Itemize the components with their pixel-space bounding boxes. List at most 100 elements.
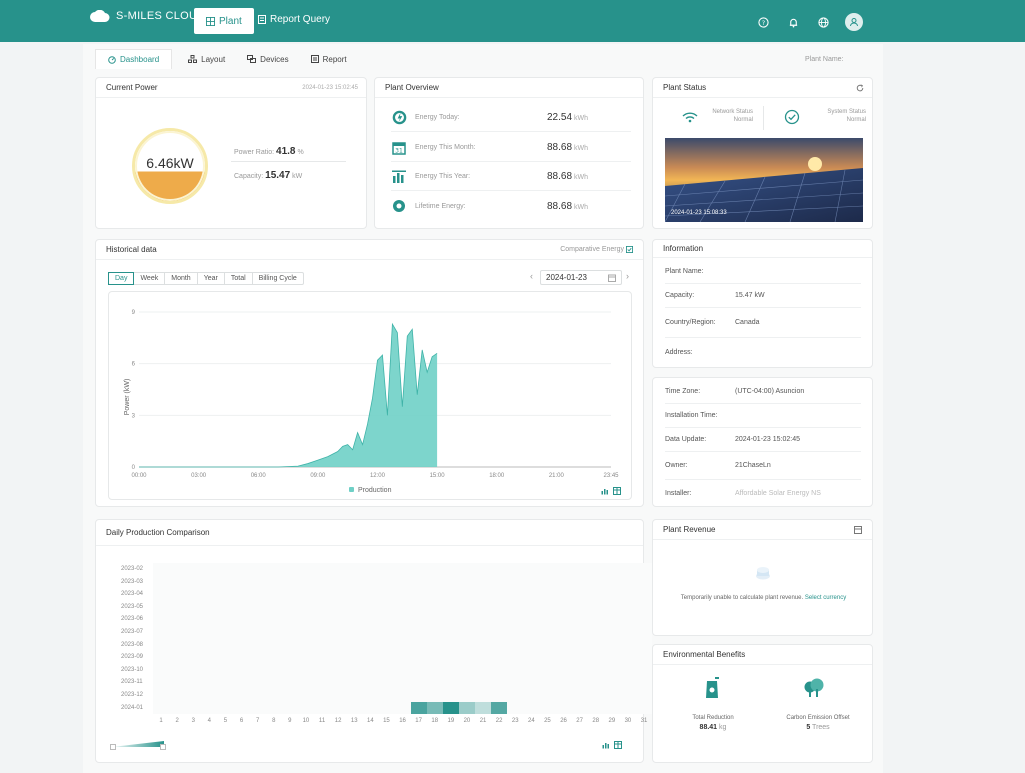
info-key: Data Update: <box>665 436 707 443</box>
info-value: Canada <box>735 319 760 326</box>
period-billing-cycle[interactable]: Billing Cycle <box>253 273 303 284</box>
heatmap-month-label: 2023-02 <box>121 566 144 572</box>
checkbox-icon <box>626 246 633 253</box>
info-row-installer: Installer: Affordable Solar Energy NS <box>665 480 861 506</box>
refresh-icon[interactable] <box>856 83 864 92</box>
bar-chart-toggle-icon[interactable] <box>602 741 610 749</box>
empty-state-icon <box>756 567 770 580</box>
production-chart: 0 3 6 9 00:00 03:00 06:00 09:00 12:00 15:00 18:00 2… <box>124 310 619 494</box>
heatmap-month-label: 2023-08 <box>121 641 144 648</box>
date-picker[interactable]: 2024-01-23 <box>540 270 622 285</box>
heatmap-month-label: 2023-10 <box>121 666 144 673</box>
cloud-icon <box>90 10 110 22</box>
bell-icon[interactable] <box>785 14 801 30</box>
comparative-energy-toggle[interactable]: Comparative Energy <box>560 246 633 253</box>
historical-data-title: Historical data <box>106 245 157 254</box>
system-status-label: System Status <box>827 109 866 115</box>
select-currency-link[interactable]: Select currency <box>805 595 846 601</box>
heatmap-day-label: 6 <box>239 718 244 725</box>
capacity: Capacity: 15.47 kW <box>234 170 302 181</box>
document-icon <box>258 15 266 24</box>
bar-chart-toggle-icon[interactable] <box>601 487 609 495</box>
svg-text:?: ? <box>761 18 764 26</box>
heatmap-day-label: 28 <box>592 718 600 725</box>
current-power-timestamp: 2024-01-23 15:02:45 <box>302 84 358 91</box>
heatmap-cell[interactable] <box>426 701 443 715</box>
heatmap-month-label: 2023-04 <box>121 591 144 598</box>
heatmap-day-label: 2 <box>175 718 179 725</box>
brand-logo[interactable]: S-MILES CLOUD <box>90 10 205 22</box>
heatmap-day-label: 29 <box>608 718 616 725</box>
heatmap-day-label: 3 <box>191 718 195 725</box>
factory-icon <box>706 677 719 698</box>
heatmap-day-label: 4 <box>207 718 212 725</box>
legend-swatch <box>349 487 354 492</box>
heatmap-cell[interactable] <box>442 701 459 715</box>
period-total[interactable]: Total <box>225 273 253 284</box>
network-status-value: Normal <box>733 117 753 123</box>
revenue-settings-icon[interactable] <box>854 525 862 534</box>
info-key: Capacity: <box>665 292 695 299</box>
globe-icon[interactable] <box>815 14 831 30</box>
user-avatar[interactable] <box>845 13 863 31</box>
info-row-plant-name: Plant Name: <box>665 260 861 284</box>
tree-icon <box>804 678 824 697</box>
power-ratio: Power Ratio: 41.8 % <box>234 146 304 157</box>
nav-plant[interactable]: Plant <box>194 8 254 34</box>
tab-report-label: Report <box>322 54 347 64</box>
brand-name: S-MILES CLOUD <box>116 10 206 22</box>
current-power-value: 6.46kW <box>146 155 194 171</box>
period-selector: Day Week Month Year Total Billing Cycle <box>108 272 304 285</box>
slider-handle-max[interactable] <box>160 744 166 750</box>
info-value: 21ChaseLn <box>735 462 771 469</box>
capacity-value: 15.47 <box>265 170 291 181</box>
x-tick-label: 12:00 <box>370 473 386 479</box>
heatmap-cell[interactable] <box>458 701 475 715</box>
info-value: Affordable Solar Energy NS <box>735 489 821 497</box>
heatmap-day-label: 22 <box>495 718 503 725</box>
info-row-owner: Owner: 21ChaseLn <box>665 452 861 480</box>
slider-handle-min[interactable] <box>110 744 116 750</box>
overview-row-energy-month: 31 Energy This Month: 88.68 kWh <box>391 134 631 162</box>
heatmap-month-label: 2023-07 <box>121 629 144 635</box>
prev-date-button[interactable]: ‹ <box>530 271 533 281</box>
period-day[interactable]: Day <box>108 272 135 285</box>
user-icon <box>850 18 858 27</box>
info-key: Time Zone: <box>665 388 701 395</box>
nav-report-query[interactable]: Report Query <box>258 14 330 25</box>
heatmap-day-label: 18 <box>431 718 439 725</box>
x-tick-label: 06:00 <box>251 473 267 479</box>
tab-devices[interactable]: Devices <box>247 55 289 64</box>
next-date-button[interactable]: › <box>626 271 629 281</box>
capacity-unit: kW <box>292 173 303 180</box>
tab-report[interactable]: Report <box>310 54 347 64</box>
table-view-icon[interactable] <box>613 487 621 495</box>
total-reduction-number: 88.41 <box>699 724 718 731</box>
information-details-card: Time Zone: (UTC-04:00) Asuncion Installat… <box>652 377 873 507</box>
heatmap-cell[interactable] <box>491 701 508 715</box>
chart-series <box>139 322 438 468</box>
info-value: (UTC-04:00) Asuncion <box>735 388 805 395</box>
tab-dashboard[interactable]: Dashboard <box>95 49 173 69</box>
sub-tabs: Dashboard Layout Devices Report <box>95 49 369 69</box>
table-view-icon[interactable] <box>614 741 622 749</box>
info-key: Plant Name: <box>665 268 704 275</box>
info-key: Address: <box>665 348 693 356</box>
period-month[interactable]: Month <box>165 273 198 284</box>
revenue-message: Temporarily unable to calculate plant re… <box>653 595 874 601</box>
heatmap-cell[interactable] <box>475 701 492 715</box>
heatmap-day-label: 11 <box>318 718 326 725</box>
period-week[interactable]: Week <box>134 273 166 284</box>
heatmap-day-label: 26 <box>560 718 567 725</box>
heatmap-day-label: 24 <box>528 718 535 725</box>
tab-layout[interactable]: Layout <box>188 55 225 64</box>
info-value: 2024-01-23 15:02:45 <box>735 436 800 443</box>
overview-row-energy-today: Energy Today: 22.54 kWh <box>391 104 631 132</box>
help-icon[interactable]: ? <box>755 14 771 30</box>
period-year[interactable]: Year <box>198 273 225 284</box>
plant-status-title: Plant Status <box>663 83 707 92</box>
wifi-icon <box>682 112 698 123</box>
layout-icon <box>188 55 198 63</box>
heatmap-day-label: 9 <box>288 718 292 725</box>
heatmap-cell[interactable] <box>410 701 427 715</box>
